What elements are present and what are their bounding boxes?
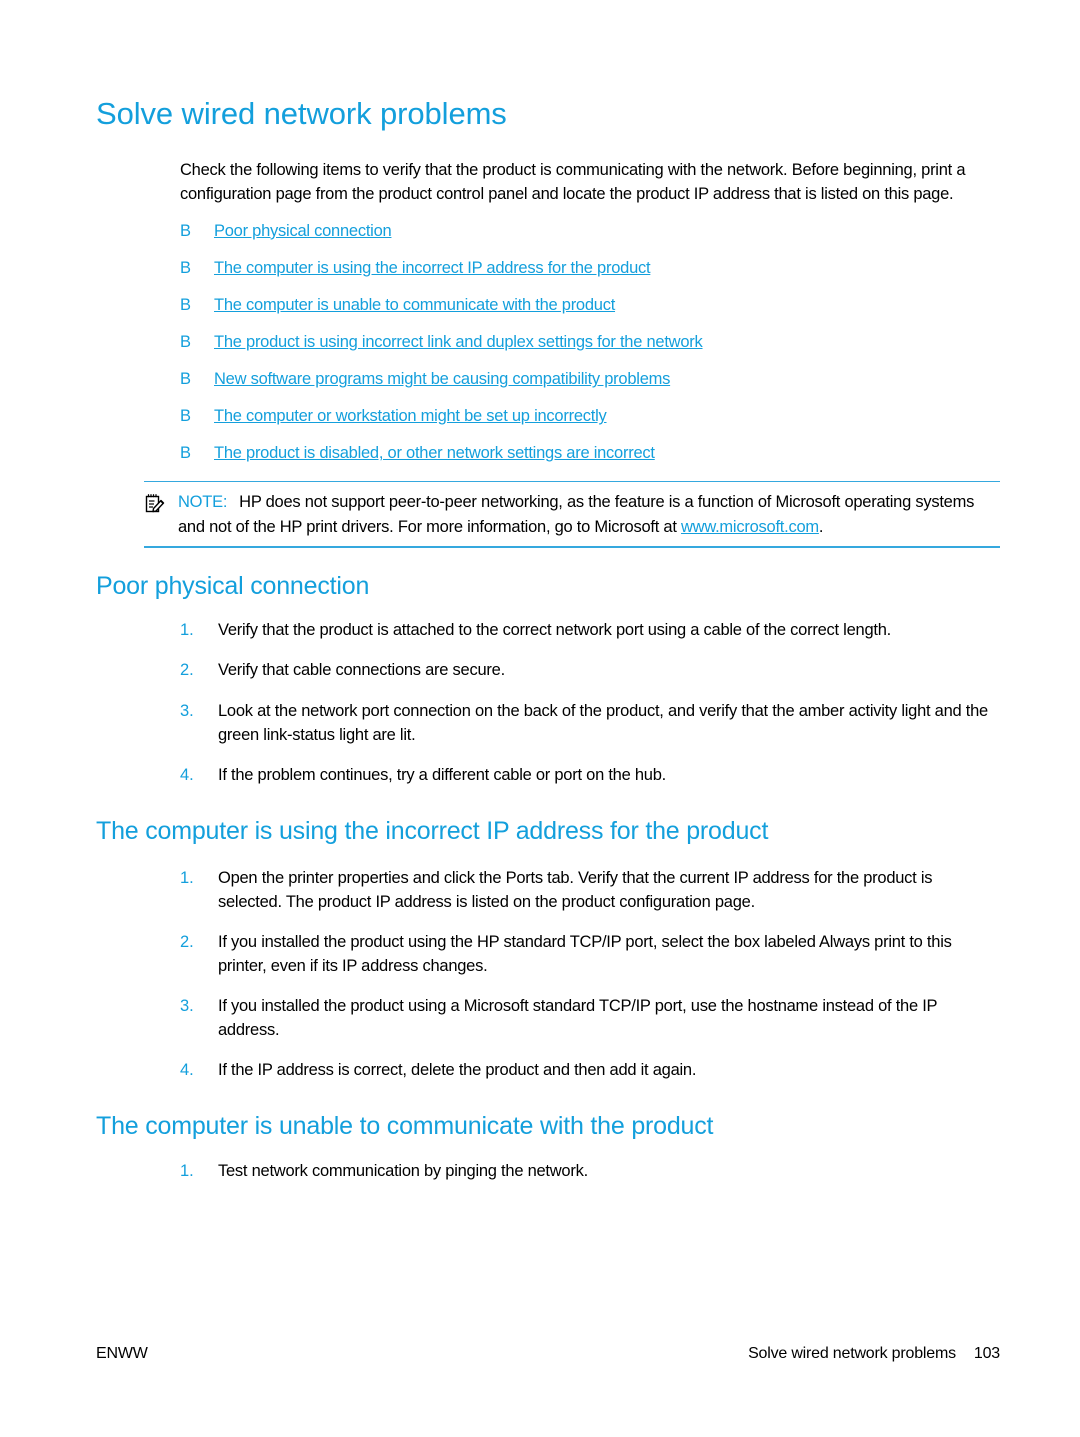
intro-paragraph: Check the following items to verify that… (180, 160, 966, 203)
list-item: 1. Verify that the product is attached t… (180, 618, 1000, 642)
page-content: Solve wired network problems Check the f… (96, 96, 1000, 1183)
note-text: NOTE: HP does not support peer-to-peer ne… (178, 490, 1000, 538)
page-title: Solve wired network problems (96, 96, 507, 131)
list-item: 1. Open the printer properties and click… (180, 866, 1000, 914)
link-workstation-set-up-incorrectly[interactable]: The computer or workstation might be set… (214, 405, 607, 428)
bullet-icon: B (180, 221, 192, 240)
step-text: Verify that the product is attached to t… (218, 621, 891, 640)
list-item: 4. If the problem continues, try a diffe… (180, 763, 1000, 787)
document-page: Solve wired network problems Check the f… (0, 0, 1080, 1437)
step-text: If you installed the product using the H… (218, 932, 952, 975)
heading-unable-to-communicate: The computer is unable to communicate wi… (96, 1112, 714, 1141)
step-number: 1. (180, 621, 194, 640)
step-text: If the problem continues, try a differen… (218, 765, 666, 784)
link-incorrect-ip-address[interactable]: The computer is using the incorrect IP a… (214, 257, 651, 280)
link-link-and-duplex-settings[interactable]: The product is using incorrect link and … (214, 331, 703, 354)
list-item: 4. If the IP address is correct, delete … (180, 1058, 1000, 1082)
list-item: 3. If you installed the product using a … (180, 994, 1000, 1042)
step-text: If the IP address is correct, delete the… (218, 1060, 697, 1079)
list-item: 1. Test network communication by pinging… (180, 1159, 1000, 1183)
list-item[interactable]: B New software programs might be causing… (180, 368, 1000, 391)
note-callout: NOTE: HP does not support peer-to-peer ne… (144, 481, 1000, 548)
link-microsoft-com[interactable]: www.microsoft.com (681, 518, 819, 536)
steps-incorrect-ip-address: 1. Open the printer properties and click… (96, 866, 1000, 1083)
step-text: Open the printer properties and click th… (218, 868, 933, 911)
link-new-software-programs[interactable]: New software programs might be causing c… (214, 368, 670, 391)
step-text: Test network communication by pinging th… (218, 1161, 588, 1180)
footer-page-number: 103 (973, 1345, 1000, 1362)
heading-poor-physical-connection: Poor physical connection (96, 571, 370, 600)
bullet-icon: B (180, 407, 192, 426)
step-number: 4. (180, 765, 194, 784)
heading-incorrect-ip-address: The computer is using the incorrect IP a… (96, 816, 769, 845)
steps-unable-to-communicate: 1. Test network communication by pinging… (96, 1159, 1000, 1183)
step-number: 1. (180, 1161, 194, 1180)
step-number: 3. (180, 996, 194, 1015)
step-number: 2. (180, 661, 194, 680)
list-item[interactable]: B Poor physical connection (180, 220, 1000, 243)
note-body-before-link: HP does not support peer-to-peer network… (178, 493, 975, 536)
bullet-icon: B (180, 258, 192, 277)
bullet-icon: B (180, 370, 192, 389)
list-item[interactable]: B The computer is unable to communicate … (180, 294, 1000, 317)
footer-locale: ENWW (96, 1345, 148, 1362)
step-number: 1. (180, 868, 194, 887)
step-number: 2. (180, 932, 194, 951)
steps-poor-physical-connection: 1. Verify that the product is attached t… (96, 618, 1000, 786)
step-text: Verify that cable connections are secure… (218, 661, 505, 680)
bullet-icon: B (180, 333, 192, 352)
footer-right: Solve wired network problems 103 (748, 1345, 1000, 1363)
list-item[interactable]: B The computer is using the incorrect IP… (180, 257, 1000, 280)
page-footer: ENWW Solve wired network problems 103 (96, 1345, 1000, 1363)
bullet-icon: B (180, 295, 192, 314)
step-number: 4. (180, 1060, 194, 1079)
step-number: 3. (180, 701, 194, 720)
list-item: 2. Verify that cable connections are sec… (180, 658, 1000, 682)
note-body-after-link: . (818, 517, 824, 536)
list-item[interactable]: B The product is disabled, or other netw… (180, 442, 1000, 465)
list-item[interactable]: B The product is using incorrect link an… (180, 331, 1000, 354)
note-pad-pencil-icon (144, 490, 178, 514)
step-text: Look at the network port connection on t… (218, 701, 988, 744)
link-product-disabled[interactable]: The product is disabled, or other networ… (214, 442, 655, 465)
link-unable-to-communicate[interactable]: The computer is unable to communicate wi… (214, 294, 615, 317)
link-poor-physical-connection[interactable]: Poor physical connection (214, 220, 392, 243)
footer-chapter-title: Solve wired network problems (748, 1345, 956, 1362)
bullet-icon: B (180, 444, 192, 463)
list-item[interactable]: B The computer or workstation might be s… (180, 405, 1000, 428)
step-text: If you installed the product using a Mic… (218, 996, 938, 1039)
note-label: NOTE: (178, 493, 228, 512)
list-item: 3. Look at the network port connection o… (180, 699, 1000, 747)
section-link-list: B Poor physical connection B The compute… (96, 220, 1000, 466)
list-item: 2. If you installed the product using th… (180, 930, 1000, 978)
